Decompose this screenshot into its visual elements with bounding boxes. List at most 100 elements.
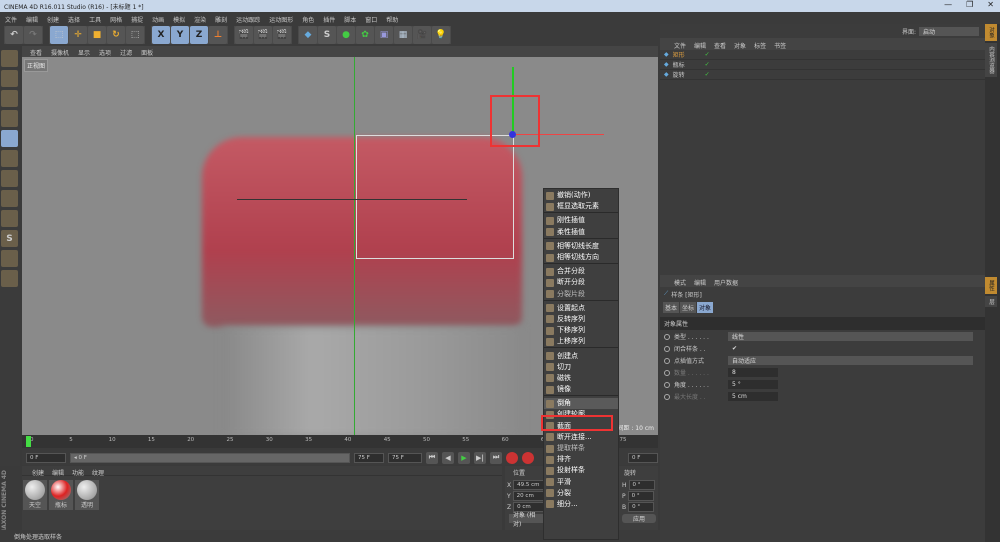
model-mode-icon[interactable]	[1, 70, 18, 87]
playhead[interactable]	[26, 436, 31, 447]
attr-value[interactable]: 线性	[728, 332, 973, 341]
axis-mode-icon[interactable]	[1, 190, 18, 207]
radio-icon[interactable]	[664, 393, 670, 400]
rotate-icon[interactable]: ↻	[107, 26, 125, 44]
context-menu-item[interactable]: 框显选取元素	[544, 201, 618, 212]
rectangle-spline[interactable]	[356, 135, 514, 259]
menu-item[interactable]: 模拟	[173, 15, 185, 24]
select-icon[interactable]: ⬚	[50, 26, 68, 44]
side-tab[interactable]: 内容浏览器	[985, 43, 997, 77]
menu-item[interactable]: 运动跟踪	[236, 15, 260, 24]
coord-mode-dropdown[interactable]: 对象 (相对)	[509, 512, 545, 528]
spline-pen-icon[interactable]: S	[318, 26, 336, 44]
material-menu-item[interactable]: 编辑	[52, 468, 64, 477]
radio-icon[interactable]	[664, 333, 670, 340]
context-menu-item[interactable]: 倒角	[544, 398, 618, 410]
polygons-mode-icon[interactable]	[1, 170, 18, 187]
tweak-mode-icon[interactable]	[1, 210, 18, 227]
material-menu-item[interactable]: 创建	[32, 468, 44, 477]
object-row[interactable]: ◆ 矩形 ✓	[660, 50, 985, 60]
menu-item[interactable]: 角色	[302, 15, 314, 24]
menu-item[interactable]: 文件	[5, 15, 17, 24]
undo-icon[interactable]: ↶	[5, 26, 23, 44]
menu-item[interactable]: 选择	[68, 15, 80, 24]
attr-tab[interactable]: 对象	[697, 302, 714, 313]
material-swatch[interactable]: 透明	[75, 480, 99, 510]
viewport-menu-item[interactable]: 过滤	[120, 48, 132, 57]
menu-item[interactable]: 运动图形	[269, 15, 293, 24]
object-row[interactable]: ◆ 旋转 ✓	[660, 70, 985, 80]
context-menu-item[interactable]: 断开连接...	[544, 432, 618, 443]
minimize-button[interactable]: —	[944, 0, 952, 9]
light-icon[interactable]: 💡	[432, 26, 450, 44]
menu-item[interactable]: 窗口	[365, 15, 377, 24]
context-menu-item[interactable]: 设置起点	[544, 303, 618, 314]
workplane-icon[interactable]	[1, 110, 18, 127]
autokey-icon[interactable]	[522, 451, 534, 464]
context-menu-item[interactable]: 撤销(动作)	[544, 190, 618, 201]
render-view-icon[interactable]: 🎬	[235, 26, 253, 44]
menu-item[interactable]: 插件	[323, 15, 335, 24]
menu-item[interactable]: 脚本	[344, 15, 356, 24]
snap-icon[interactable]: S	[1, 230, 18, 247]
context-menu-item[interactable]: 相等切线方向	[544, 252, 618, 263]
attr-value[interactable]: 8	[728, 368, 778, 377]
apply-button[interactable]: 应用	[622, 514, 656, 523]
nurbs-icon[interactable]: ●	[337, 26, 355, 44]
layout-dropdown[interactable]: 启动	[919, 26, 979, 36]
redo-icon[interactable]: ↷	[24, 26, 42, 44]
viewport-menu-item[interactable]: 查看	[30, 48, 42, 57]
radio-icon[interactable]	[664, 369, 670, 376]
make-editable-icon[interactable]	[1, 50, 18, 67]
position-field[interactable]: 20 cm	[512, 491, 547, 501]
side-tab[interactable]: 属性	[985, 276, 997, 294]
end-frame-field[interactable]: 75 F	[388, 452, 422, 463]
viewport-menu-item[interactable]: 选项	[99, 48, 111, 57]
visibility-check-icon[interactable]: ✓	[705, 51, 710, 58]
menu-item[interactable]: 帮助	[386, 15, 398, 24]
object-menu-item[interactable]: 书签	[774, 41, 786, 50]
grid-icon[interactable]	[1, 270, 18, 287]
prev-key-icon[interactable]: ◀	[442, 451, 454, 464]
material-swatch[interactable]: 天空	[23, 480, 47, 510]
attr-menu-item[interactable]: 用户数据	[714, 278, 738, 287]
object-menu-item[interactable]: 编辑	[694, 41, 706, 50]
object-menu-item[interactable]: 文件	[674, 41, 686, 50]
attr-value[interactable]: 5 cm	[728, 392, 778, 401]
maximize-button[interactable]: ❐	[966, 0, 973, 9]
context-menu-item[interactable]: 下移序列	[544, 325, 618, 336]
menu-item[interactable]: 创建	[47, 15, 59, 24]
object-menu-item[interactable]: 标签	[754, 41, 766, 50]
scale-icon[interactable]: ■	[88, 26, 106, 44]
array-icon[interactable]: ✿	[356, 26, 374, 44]
go-end-icon[interactable]: ⏭	[490, 451, 502, 464]
z-axis-icon[interactable]: Z	[190, 26, 208, 44]
context-menu-item[interactable]: 分裂	[544, 488, 618, 499]
range-end-field[interactable]: 75 F	[354, 452, 384, 463]
points-mode-icon[interactable]	[1, 130, 18, 147]
menu-item[interactable]: 编辑	[26, 15, 38, 24]
context-menu-item[interactable]: 相等切线长度	[544, 241, 618, 252]
context-menu-item[interactable]: 反转序列	[544, 314, 618, 325]
attr-menu-item[interactable]: 编辑	[694, 278, 706, 287]
next-key-icon[interactable]: ▶|	[474, 451, 486, 464]
viewport-menu-item[interactable]: 摄像机	[51, 48, 69, 57]
deformer-icon[interactable]: ▣	[375, 26, 393, 44]
visibility-check-icon[interactable]: ✓	[705, 71, 710, 78]
render-picture-icon[interactable]: 🎬	[254, 26, 272, 44]
close-button[interactable]: ✕	[987, 0, 994, 9]
menu-item[interactable]: 雕刻	[215, 15, 227, 24]
side-tab[interactable]: 层	[985, 295, 997, 307]
context-menu-item[interactable]: 平滑	[544, 477, 618, 488]
menu-item[interactable]: 工具	[89, 15, 101, 24]
menu-item[interactable]: 网格	[110, 15, 122, 24]
object-row[interactable]: ◆ 瓶标 ✓	[660, 60, 985, 70]
side-tab[interactable]: 对象	[985, 24, 997, 41]
radio-icon[interactable]	[664, 381, 670, 388]
radio-icon[interactable]	[664, 357, 670, 364]
menu-item[interactable]: 渲染	[194, 15, 206, 24]
cube-icon[interactable]: ◆	[299, 26, 317, 44]
context-menu-item[interactable]: 细分...	[544, 499, 618, 510]
rotation-field[interactable]: 0 °	[627, 491, 654, 501]
context-menu-item[interactable]: 投射样条	[544, 465, 618, 476]
